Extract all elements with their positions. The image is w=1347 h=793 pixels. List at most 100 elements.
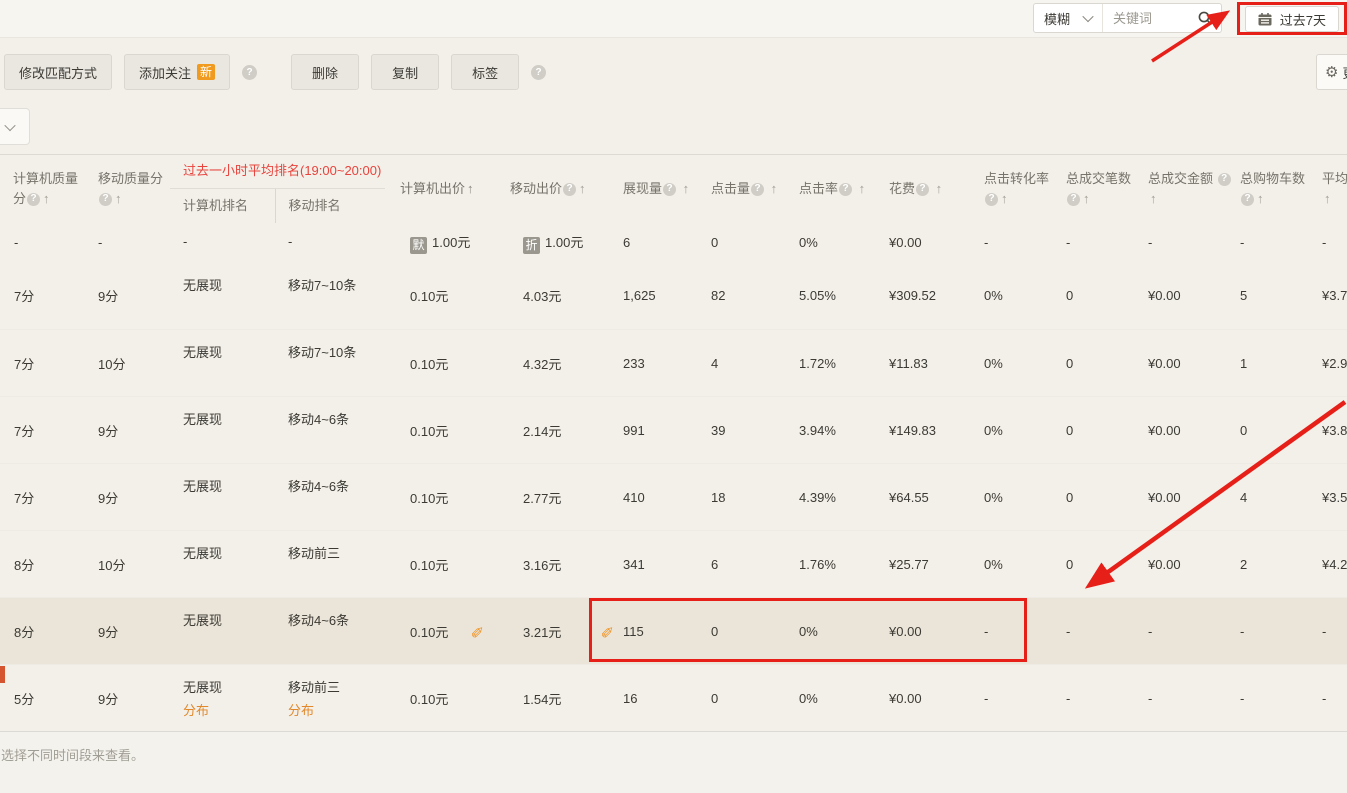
header-orders[interactable]: 总成交笔数 bbox=[1063, 155, 1145, 223]
cell-clicks: 0 bbox=[708, 665, 796, 732]
cell-mobile-rank: - bbox=[275, 223, 385, 263]
table-row[interactable]: 5分9分无展现分布移动前三分布0.10元1.54元1600%¥0.00----- bbox=[0, 665, 1347, 732]
sort-icon[interactable] bbox=[1001, 191, 1008, 206]
help-icon[interactable] bbox=[663, 183, 676, 196]
help-icon[interactable] bbox=[99, 193, 112, 206]
header-clicks[interactable]: 点击量 bbox=[708, 155, 796, 223]
sort-icon[interactable] bbox=[771, 181, 778, 196]
sort-icon[interactable] bbox=[1150, 191, 1157, 206]
cell-revenue: ¥0.00 bbox=[1145, 263, 1237, 330]
help-icon[interactable] bbox=[531, 65, 546, 80]
modify-match-button[interactable]: 修改匹配方式 bbox=[4, 54, 112, 90]
header-cost[interactable]: 花费 bbox=[886, 155, 981, 223]
help-icon[interactable] bbox=[1218, 173, 1231, 186]
cell-revenue: - bbox=[1145, 223, 1237, 263]
cell-ctr: 1.76% bbox=[796, 531, 886, 598]
sort-icon[interactable] bbox=[859, 181, 866, 196]
collapse-panel-button[interactable] bbox=[0, 108, 30, 145]
header-pc-bid[interactable]: 计算机出价 bbox=[385, 155, 490, 223]
table-row[interactable]: ----默1.00元折1.00元600%¥0.00----- bbox=[0, 223, 1347, 263]
table-row[interactable]: 7分10分无展现移动7~10条0.10元4.32元23341.72%¥11.83… bbox=[0, 330, 1347, 397]
edit-bid-icon[interactable] bbox=[601, 621, 614, 641]
match-mode-select[interactable]: 模糊 bbox=[1034, 4, 1103, 32]
header-avg-cpc[interactable]: 平均点击费 bbox=[1319, 155, 1347, 223]
header-label: 总成交笔数 bbox=[1066, 171, 1131, 186]
help-icon[interactable] bbox=[563, 183, 576, 196]
header-ctr[interactable]: 点击率 bbox=[796, 155, 886, 223]
header-revenue[interactable]: 总成交金额 bbox=[1145, 155, 1237, 223]
header-label: 移动质量分 bbox=[98, 171, 163, 186]
header-carts[interactable]: 总购物车数 bbox=[1237, 155, 1319, 223]
cell-clicks: 39 bbox=[708, 397, 796, 464]
tag-button[interactable]: 标签 bbox=[451, 54, 519, 90]
rank-value: 无展现 bbox=[183, 678, 274, 698]
cell-pc-bid: 默1.00元 bbox=[385, 223, 490, 263]
cell-avg-cpc: - bbox=[1319, 223, 1347, 263]
cell-pc-bid: 0.10元 bbox=[385, 665, 490, 732]
cell-carts: - bbox=[1237, 665, 1319, 732]
table-row[interactable]: 7分9分无展现移动7~10条0.10元4.03元1,625825.05%¥309… bbox=[0, 263, 1347, 330]
cell-avg-cpc: ¥4.29 bbox=[1319, 531, 1347, 598]
header-cvr[interactable]: 点击转化率 bbox=[981, 155, 1063, 223]
sort-icon[interactable] bbox=[1257, 191, 1264, 206]
header-mobile-quality[interactable]: 移动质量分 bbox=[85, 155, 170, 223]
table-row[interactable]: 8分9分无展现移动4~6条0.10元3.21元11500%¥0.00----- bbox=[0, 598, 1347, 665]
sort-icon[interactable] bbox=[115, 191, 122, 206]
add-watch-button[interactable]: 添加关注 新 bbox=[124, 54, 230, 90]
cell-pc-bid: 0.10元 bbox=[385, 531, 490, 598]
help-icon[interactable] bbox=[1067, 193, 1080, 206]
new-badge: 新 bbox=[197, 64, 215, 80]
cell-pc-rank: 无展现 bbox=[170, 598, 275, 665]
header-impressions[interactable]: 展现量 bbox=[620, 155, 708, 223]
distribution-link[interactable]: 分布 bbox=[288, 701, 384, 721]
edit-bid-icon[interactable] bbox=[471, 621, 484, 641]
help-icon[interactable] bbox=[242, 65, 257, 80]
header-label: 花费 bbox=[889, 181, 915, 196]
header-label: 点击转化率 bbox=[984, 171, 1049, 186]
rank-value: 无展现 bbox=[183, 477, 274, 497]
sort-icon[interactable] bbox=[1083, 191, 1090, 206]
table-row[interactable]: 7分9分无展现移动4~6条0.10元2.77元410184.39%¥64.550… bbox=[0, 464, 1347, 531]
cell-mobile-quality: 10分 bbox=[85, 330, 170, 397]
toolbar: 修改匹配方式 添加关注 新 删除 复制 标签 更 bbox=[0, 50, 1347, 94]
keyword-search-input[interactable] bbox=[1111, 10, 1197, 27]
cell-mobile-rank: 移动4~6条 bbox=[275, 397, 385, 464]
header-label: 总成交金额 bbox=[1148, 171, 1213, 186]
sort-icon[interactable] bbox=[467, 181, 474, 196]
copy-button[interactable]: 复制 bbox=[371, 54, 439, 90]
rank-value: 移动4~6条 bbox=[288, 611, 384, 631]
delete-button[interactable]: 删除 bbox=[291, 54, 359, 90]
header-mobile-rank[interactable]: 移动排名 bbox=[275, 189, 385, 223]
sort-icon[interactable] bbox=[43, 191, 50, 206]
cell-avg-cpc: ¥2.96 bbox=[1319, 330, 1347, 397]
sort-icon[interactable] bbox=[683, 181, 690, 196]
header-pc-quality[interactable]: 计算机质量分 bbox=[0, 155, 85, 223]
cell-mobile-rank: 移动前三 bbox=[275, 531, 385, 598]
cell-carts: 5 bbox=[1237, 263, 1319, 330]
cell-orders: 0 bbox=[1063, 397, 1145, 464]
cell-pc-rank: 无展现 bbox=[170, 330, 275, 397]
column-settings-button[interactable]: 更 bbox=[1316, 54, 1347, 90]
search-icon[interactable] bbox=[1197, 10, 1213, 26]
header-mobile-bid[interactable]: 移动出价 bbox=[490, 155, 620, 223]
date-range-button[interactable]: 过去7天 bbox=[1245, 6, 1339, 32]
cell-mobile-quality: 10分 bbox=[85, 531, 170, 598]
sort-icon[interactable] bbox=[579, 181, 586, 196]
help-icon[interactable] bbox=[1241, 193, 1254, 206]
cell-mobile-bid: 4.32元 bbox=[490, 330, 620, 397]
sort-icon[interactable] bbox=[936, 181, 943, 196]
table-row[interactable]: 8分10分无展现移动前三0.10元3.16元34161.76%¥25.770%0… bbox=[0, 531, 1347, 598]
table-row[interactable]: 7分9分无展现移动4~6条0.10元2.14元991393.94%¥149.83… bbox=[0, 397, 1347, 464]
header-pc-rank[interactable]: 计算机排名 bbox=[170, 189, 275, 223]
cell-ctr: 5.05% bbox=[796, 263, 886, 330]
help-icon[interactable] bbox=[985, 193, 998, 206]
cell-avg-cpc: ¥3.77 bbox=[1319, 263, 1347, 330]
keyword-search bbox=[1103, 4, 1221, 32]
help-icon[interactable] bbox=[916, 183, 929, 196]
help-icon[interactable] bbox=[27, 193, 40, 206]
chevron-down-icon bbox=[1082, 11, 1093, 22]
distribution-link[interactable]: 分布 bbox=[183, 701, 274, 721]
help-icon[interactable] bbox=[751, 183, 764, 196]
help-icon[interactable] bbox=[839, 183, 852, 196]
sort-icon[interactable] bbox=[1324, 191, 1331, 206]
